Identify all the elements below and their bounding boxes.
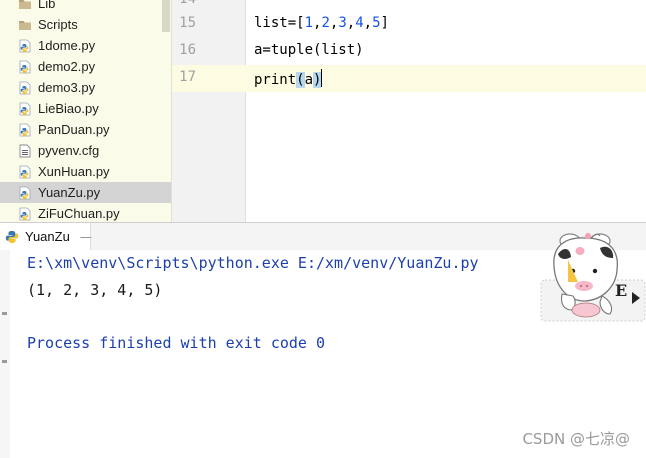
number-literal: 4	[355, 15, 364, 31]
python-file-icon	[18, 39, 32, 53]
python-file-icon	[18, 60, 32, 74]
code-line-15[interactable]: list=[1,2,3,4,5]	[254, 15, 389, 31]
cow-sticker-image: E	[540, 224, 646, 324]
toolbar-marker	[2, 360, 7, 363]
tree-item-label: PanDuan.py	[38, 122, 110, 137]
line-number: 16	[179, 42, 196, 58]
code-token: print	[254, 72, 297, 88]
code-token: list=[	[254, 15, 305, 31]
tree-item-zifuchuan-py[interactable]: ZiFuChuan.py	[0, 203, 171, 222]
tree-item-panduan-py[interactable]: PanDuan.py	[0, 119, 171, 140]
run-tab-label: YuanZu	[25, 229, 70, 244]
tree-item-label: XunHuan.py	[38, 164, 110, 179]
run-tab[interactable]: YuanZu —	[0, 223, 92, 250]
tree-item-pyvenv-cfg[interactable]: pyvenv.cfg	[0, 140, 171, 161]
python-file-icon	[18, 186, 32, 200]
tree-item-1dome-py[interactable]: 1dome.py	[0, 35, 171, 56]
code-line-16[interactable]: a=tuple(list)	[254, 42, 364, 58]
current-line-highlight	[172, 65, 646, 92]
console-output-line: (1, 2, 3, 4, 5)	[27, 281, 163, 299]
folder-icon	[18, 18, 32, 32]
tree-item-yuanzu-py[interactable]: YuanZu.py	[0, 182, 171, 203]
number-literal: 2	[321, 15, 330, 31]
python-file-icon	[18, 207, 32, 221]
run-toolbar-strip	[0, 250, 10, 458]
console-command-line: E:\xm\venv\Scripts\python.exe E:/xm/venv…	[27, 254, 479, 272]
watermark-text: CSDN @七凉@	[522, 430, 630, 448]
tree-item-lib[interactable]: Lib	[0, 0, 171, 14]
tree-item-xunhuan-py[interactable]: XunHuan.py	[0, 161, 171, 182]
toolbar-marker	[2, 312, 7, 315]
tree-item-label: demo3.py	[38, 80, 96, 95]
tree-item-scripts[interactable]: Scripts	[0, 14, 171, 35]
code-token: ]	[380, 15, 389, 31]
sticker-letter: E	[615, 281, 627, 300]
config-file-icon	[18, 144, 32, 158]
code-line-17[interactable]: print(a)	[254, 69, 323, 88]
close-icon[interactable]: —	[80, 230, 92, 244]
tree-item-label: ZiFuChuan.py	[38, 206, 120, 221]
tree-item-label: Lib	[38, 0, 56, 11]
python-file-icon	[18, 102, 32, 116]
python-file-icon	[18, 123, 32, 137]
tree-item-label: YuanZu.py	[38, 185, 101, 200]
code-token: a	[304, 72, 314, 88]
console-exit-line: Process finished with exit code 0	[27, 334, 326, 352]
python-file-icon	[18, 81, 32, 95]
number-literal: 1	[304, 15, 314, 31]
tree-item-demo2-py[interactable]: demo2.py	[0, 56, 171, 77]
line-number: 17	[179, 69, 196, 85]
number-literal: 5	[372, 15, 381, 31]
tree-item-demo3-py[interactable]: demo3.py	[0, 77, 171, 98]
matched-paren-open: (	[296, 72, 305, 88]
tree-item-label: pyvenv.cfg	[38, 143, 100, 158]
project-tree: Lib Scripts 1dome.py demo2.py demo3.py LieBia…	[0, 0, 172, 222]
editor-gutter	[172, 0, 246, 222]
tree-item-label: Scripts	[38, 17, 78, 32]
tree-item-label: LieBiao.py	[38, 101, 99, 116]
code-editor[interactable]	[246, 0, 646, 222]
text-caret	[321, 69, 323, 87]
tree-item-label: demo2.py	[38, 59, 96, 74]
python-file-icon	[18, 165, 32, 179]
tree-item-label: 1dome.py	[38, 38, 96, 53]
line-number: 14	[172, 0, 196, 7]
matched-paren-close: )	[313, 72, 322, 88]
number-literal: 3	[338, 15, 347, 31]
project-tree-scrollbar[interactable]	[162, 0, 170, 32]
tree-item-liebiao-py[interactable]: LieBiao.py	[0, 98, 171, 119]
line-number: 15	[179, 15, 196, 31]
python-icon	[5, 230, 19, 244]
folder-icon	[18, 0, 32, 11]
